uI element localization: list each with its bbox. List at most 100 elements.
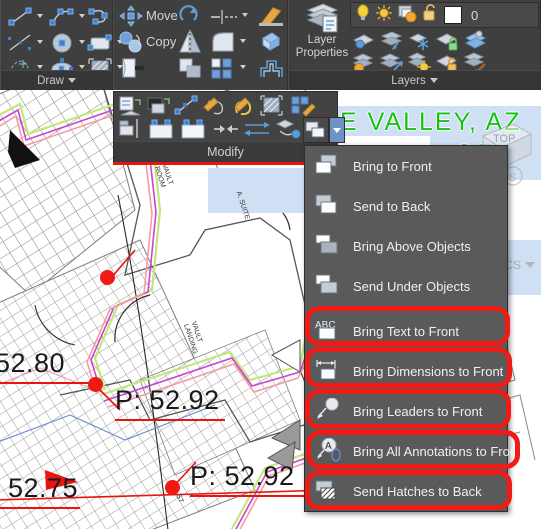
menu-item-label: Bring Text to Front	[353, 323, 459, 339]
chevron-down-icon	[67, 78, 76, 83]
grip-point[interactable]	[88, 377, 103, 392]
svg-text:S: S	[509, 172, 516, 184]
layer-on-bulb-icon[interactable]	[356, 4, 371, 27]
scale-tool[interactable]	[177, 56, 203, 80]
menu-item-bring-to-front[interactable]: Bring to Front	[305, 146, 507, 186]
menu-item-send-hatches-to-back[interactable]: Send Hatches to Back	[305, 471, 507, 511]
trim-tool-dropdown[interactable]	[242, 13, 248, 17]
send-to-back-icon	[315, 193, 343, 219]
draw-panel-title-label: Draw	[37, 74, 64, 87]
ellipse-tool-dropdown[interactable]	[79, 65, 85, 69]
grip-point[interactable]	[165, 480, 180, 495]
line-tool-dropdown[interactable]	[37, 14, 43, 18]
layer-freeze-vp-icon[interactable]	[398, 4, 417, 27]
bring-dimensions-to-front-icon	[315, 358, 343, 384]
layer-color-swatch-icon[interactable]	[444, 6, 462, 24]
draw-panel-title[interactable]: Draw	[1, 70, 112, 90]
explode-tool[interactable]	[257, 30, 285, 54]
align-tool[interactable]	[118, 118, 144, 140]
join-tool[interactable]	[212, 118, 240, 140]
construction-line-dropdown[interactable]	[37, 40, 43, 44]
annotation-underline	[0, 382, 90, 384]
elevation-label: P: 52.92	[190, 461, 295, 491]
layer-properties-button[interactable]: Layer Properties	[293, 2, 351, 68]
move-tool[interactable]	[118, 4, 144, 28]
circle-tool-dropdown[interactable]	[79, 40, 85, 44]
layer-unlock-icon[interactable]	[422, 3, 439, 27]
bring-leaders-to-front-icon	[315, 397, 343, 424]
svg-text:TOP: TOP	[493, 133, 515, 145]
offset-tool[interactable]	[257, 56, 285, 80]
layer-lock-tool[interactable]	[435, 30, 461, 52]
menu-item-bring-all-annotations-to-front[interactable]: A Bring All Annotations to Front	[305, 431, 521, 471]
ribbon-panel-draw: Draw	[0, 0, 123, 90]
menu-item-bring-leaders-to-front[interactable]: Bring Leaders to Front	[305, 391, 507, 431]
edit-hatch-tool[interactable]	[118, 95, 144, 117]
move-tool-label: Move	[146, 8, 178, 23]
menu-item-bring-above-objects[interactable]: Bring Above Objects	[305, 226, 507, 266]
break-tool[interactable]	[146, 118, 176, 140]
layer-properties-label-line1: Layer	[307, 34, 337, 46]
annotation-underline	[0, 507, 80, 509]
send-hatches-to-back-icon	[315, 478, 343, 504]
edit-spline-tool[interactable]	[202, 95, 230, 117]
arc-tool[interactable]	[87, 6, 113, 28]
current-layer-combobox[interactable]: 0	[350, 2, 539, 28]
edit-spline-fit-tool[interactable]	[232, 95, 258, 117]
layer-thaw-sun-icon[interactable]	[376, 4, 393, 27]
circle-tool[interactable]	[49, 32, 75, 54]
polyline-tool-dropdown[interactable]	[79, 14, 85, 18]
bring-above-objects-icon	[315, 233, 343, 259]
menu-item-bring-text-to-front[interactable]: ABC Bring Text to Front	[305, 311, 507, 351]
edit-hatch-boundary-tool[interactable]	[260, 95, 288, 117]
edit-polyline-tool[interactable]	[174, 95, 200, 117]
annotation-underline	[115, 419, 225, 421]
trim-tool[interactable]	[209, 4, 239, 28]
draw-order-menu[interactable]: Bring to Front Send to Back Bring Above …	[304, 145, 521, 512]
fillet-tool[interactable]	[209, 30, 237, 54]
stretch-tool[interactable]	[118, 56, 144, 82]
bring-all-annotations-icon: A	[315, 437, 343, 464]
set-by-layer-tool[interactable]	[274, 118, 302, 140]
reverse-tool[interactable]	[242, 118, 272, 140]
menu-item-send-to-back[interactable]: Send to Back	[305, 186, 507, 226]
line-tool[interactable]	[7, 6, 33, 28]
menu-item-send-under-objects[interactable]: Send Under Objects	[305, 266, 507, 306]
array-tool[interactable]	[209, 56, 237, 80]
construction-line-tool[interactable]	[7, 32, 33, 54]
send-under-objects-icon	[315, 273, 343, 299]
rectangle-tool[interactable]	[87, 32, 113, 54]
ucs-dropdown[interactable]: CS	[504, 258, 535, 272]
revision-cloud-dropdown[interactable]	[37, 65, 43, 69]
fillet-tool-dropdown[interactable]	[240, 39, 246, 43]
copy-tool[interactable]	[118, 30, 144, 54]
menu-item-bring-dimensions-to-front[interactable]: Bring Dimensions to Front	[305, 351, 507, 391]
layer-isolate-tool[interactable]	[351, 30, 377, 52]
draw-order-button[interactable]	[303, 117, 329, 143]
edit-block-tool[interactable]	[146, 95, 172, 117]
ribbon-toolbar: Draw Move Copy Layer Properties Layers 0	[0, 0, 541, 90]
grip-point[interactable]	[100, 270, 115, 285]
edit-array-tool[interactable]	[290, 95, 318, 117]
layer-previous-tool[interactable]	[463, 30, 489, 52]
rotate-tool[interactable]	[177, 4, 203, 28]
layers-panel-title[interactable]: Layers	[289, 70, 540, 90]
mirror-tool[interactable]	[177, 30, 203, 54]
menu-item-label: Send to Back	[353, 198, 431, 214]
elevation-label: 52.80	[0, 348, 66, 378]
polyline-tool[interactable]	[49, 6, 75, 28]
chevron-down-icon	[429, 78, 438, 83]
chevron-down-icon	[525, 262, 535, 268]
draw-order-dropdown-arrow[interactable]	[329, 117, 345, 143]
menu-item-label: Send Hatches to Back	[353, 483, 482, 499]
elevation-label: P: 52.92	[115, 385, 220, 415]
array-tool-dropdown[interactable]	[240, 65, 246, 69]
bring-text-to-front-icon: ABC	[315, 318, 343, 344]
chevron-down-icon	[333, 127, 341, 133]
layer-freeze-tool[interactable]	[407, 30, 433, 52]
erase-tool[interactable]	[257, 3, 285, 27]
layer-unisolate-tool[interactable]	[379, 30, 405, 52]
elevation-label: : 52.75	[0, 473, 79, 503]
menu-item-label: Bring Above Objects	[353, 238, 471, 254]
break-at-point-tool[interactable]	[178, 118, 208, 140]
